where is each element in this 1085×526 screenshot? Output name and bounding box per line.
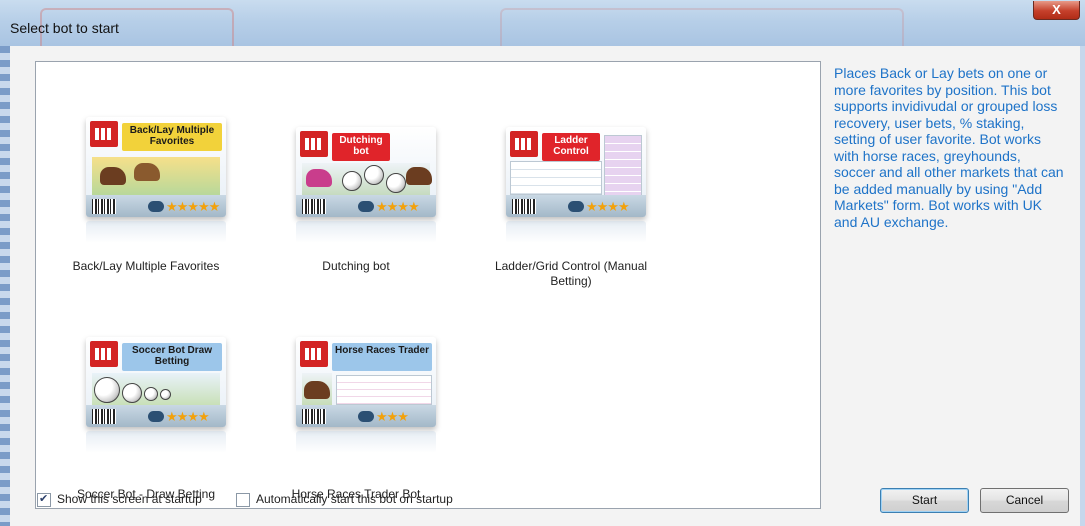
bot-name: Back/Lay Multiple Favorites xyxy=(72,259,220,273)
odds-table-image xyxy=(336,375,432,405)
card-title: Back/Lay Multiple Favorites xyxy=(129,125,215,147)
close-icon: X xyxy=(1052,2,1061,17)
bot-description: Places Back or Lay bets on one or more f… xyxy=(834,65,1064,230)
barcode-icon xyxy=(512,199,536,214)
card-title: Soccer Bot Draw Betting xyxy=(131,345,213,367)
bot-list-panel: Back/Lay Multiple Favorites ★★★★★ Back/L… xyxy=(35,61,821,509)
card-title: Horse Races Trader xyxy=(335,345,429,356)
start-button[interactable]: Start xyxy=(880,488,969,513)
card-title: Dutching bot xyxy=(339,135,383,157)
bot-name: Dutching bot xyxy=(322,259,390,273)
checkbox-label: Show this screen at startup xyxy=(57,492,202,506)
close-button[interactable]: X xyxy=(1033,1,1080,20)
rating-stars: ★★★★ xyxy=(586,199,630,214)
bot-card-image: Dutching bot ★★★★ xyxy=(296,127,436,217)
bot-card-image: Back/Lay Multiple Favorites ★★★★★ xyxy=(86,117,226,217)
bot-card-image: Ladder Control ★★★★ xyxy=(506,127,646,217)
logo-icon xyxy=(300,131,328,157)
card-reflection xyxy=(296,431,436,453)
barcode-icon xyxy=(302,409,326,424)
bot-thumbnail: Soccer Bot Draw Betting ★★★★ xyxy=(86,337,226,453)
bot-thumbnail: Horse Races Trader ★★★ xyxy=(296,337,436,453)
checkbox-checked-icon[interactable] xyxy=(37,492,51,507)
bot-card-image: Horse Races Trader ★★★ xyxy=(296,337,436,427)
rating-stars: ★★★★★ xyxy=(166,199,220,214)
rating-stars: ★★★★ xyxy=(166,409,210,424)
background-tab xyxy=(500,8,904,50)
ladder-grid-image xyxy=(510,161,602,195)
bot-thumbnail: Dutching bot ★★★★ xyxy=(296,127,436,243)
barcode-icon xyxy=(92,199,116,214)
barcode-icon xyxy=(302,199,326,214)
dialog-body: Back/Lay Multiple Favorites ★★★★★ Back/L… xyxy=(10,46,1080,526)
sports-image xyxy=(302,163,432,195)
card-reflection xyxy=(296,221,436,243)
card-reflection xyxy=(86,431,226,453)
bot-thumbnail: Ladder Control ★★★★ xyxy=(506,127,646,243)
logo-icon xyxy=(90,121,118,147)
card-reflection xyxy=(506,221,646,243)
window-frame-left xyxy=(0,46,10,526)
card-title: Ladder Control xyxy=(553,135,589,157)
card-reflection xyxy=(86,221,226,243)
rating-stars: ★★★★ xyxy=(376,199,420,214)
window-frame-right xyxy=(1080,46,1085,526)
horse-racing-image xyxy=(92,157,220,195)
bot-card-image: Soccer Bot Draw Betting ★★★★ xyxy=(86,337,226,427)
bot-badge xyxy=(148,411,164,422)
checkbox-unchecked-icon[interactable] xyxy=(236,493,250,507)
bot-badge xyxy=(358,201,374,212)
bot-badge xyxy=(148,201,164,212)
bot-name: Ladder/Grid Control (Manual Betting) xyxy=(494,259,648,288)
bot-badge xyxy=(358,411,374,422)
bot-badge xyxy=(568,201,584,212)
barcode-icon xyxy=(92,409,116,424)
logo-icon xyxy=(510,131,538,157)
bot-thumbnail: Back/Lay Multiple Favorites ★★★★★ xyxy=(86,117,226,243)
horse-racing-image xyxy=(302,373,332,405)
rating-stars: ★★★ xyxy=(376,409,409,424)
logo-icon xyxy=(90,341,118,367)
soccer-balls-image xyxy=(92,373,220,405)
logo-icon xyxy=(300,341,328,367)
ladder-grid-image xyxy=(604,135,642,197)
title-bar: Select bot to start X xyxy=(0,0,1085,50)
cancel-button[interactable]: Cancel xyxy=(980,488,1069,513)
checkbox-label: Automatically start this bot on startup xyxy=(256,492,453,506)
window-title: Select bot to start xyxy=(10,20,119,36)
